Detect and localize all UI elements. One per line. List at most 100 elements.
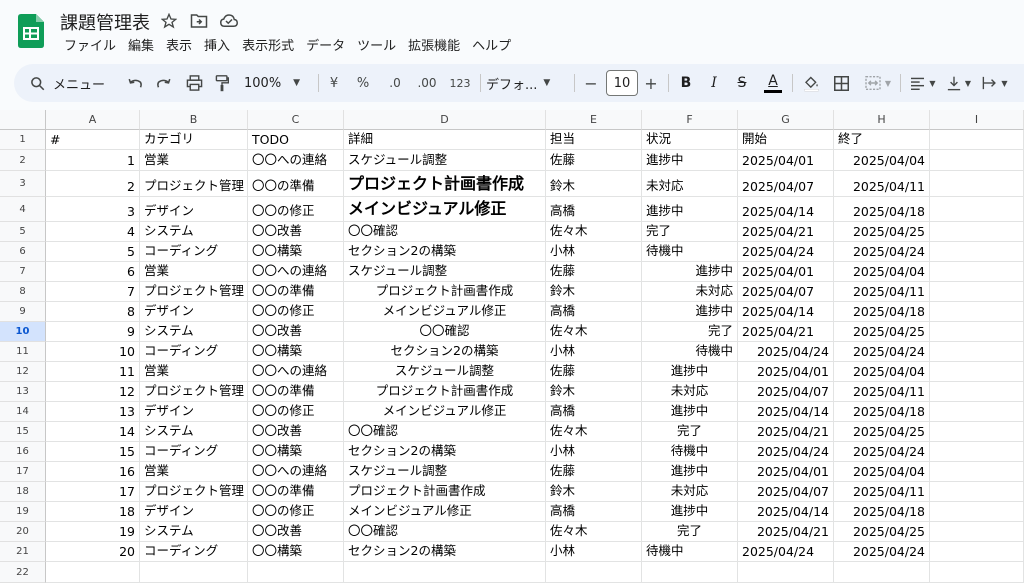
table-cell[interactable]: 2025/04/24 — [738, 442, 834, 462]
table-cell[interactable]: 2025/04/14 — [738, 502, 834, 522]
row-header[interactable]: 8 — [0, 282, 46, 302]
table-cell[interactable]: 〇〇確認 — [344, 422, 546, 442]
vertical-align-icon[interactable]: ▼ — [942, 64, 976, 102]
table-cell[interactable] — [930, 522, 1024, 542]
row-header[interactable]: 12 — [0, 362, 46, 382]
table-cell[interactable]: 2025/04/21 — [738, 522, 834, 542]
table-cell[interactable]: プロジェクト管理 — [140, 382, 248, 402]
table-cell[interactable]: 小林 — [546, 242, 642, 262]
row-header[interactable]: 17 — [0, 462, 46, 482]
table-cell[interactable] — [546, 562, 642, 583]
table-cell[interactable]: 2025/04/14 — [738, 197, 834, 222]
table-cell[interactable]: 6 — [46, 262, 140, 282]
row-header[interactable]: 20 — [0, 522, 46, 542]
row-header[interactable]: 15 — [0, 422, 46, 442]
table-cell[interactable] — [140, 562, 248, 583]
table-cell[interactable]: 4 — [46, 222, 140, 242]
table-cell[interactable]: 2025/04/04 — [834, 362, 930, 382]
table-cell[interactable]: システム — [140, 422, 248, 442]
table-cell[interactable]: 2025/04/18 — [834, 402, 930, 422]
table-cell[interactable]: 2025/04/01 — [738, 150, 834, 171]
row-header[interactable]: 9 — [0, 302, 46, 322]
table-cell[interactable]: 〇〇構築 — [248, 242, 344, 262]
table-cell[interactable]: 営業 — [140, 462, 248, 482]
table-cell[interactable]: セクション2の構築 — [344, 542, 546, 562]
row-header[interactable]: 14 — [0, 402, 46, 422]
table-cell[interactable] — [930, 150, 1024, 171]
table-cell[interactable]: セクション2の構築 — [344, 242, 546, 262]
table-cell[interactable]: 完了 — [642, 422, 738, 442]
table-cell[interactable]: 高橋 — [546, 502, 642, 522]
table-cell[interactable]: 佐藤 — [546, 362, 642, 382]
table-cell[interactable]: 2025/04/01 — [738, 462, 834, 482]
table-cell[interactable] — [930, 422, 1024, 442]
table-cell[interactable]: 高橋 — [546, 302, 642, 322]
table-cell[interactable] — [930, 442, 1024, 462]
column-header-b[interactable]: B — [140, 110, 248, 130]
table-cell[interactable] — [834, 562, 930, 583]
row-header[interactable]: 11 — [0, 342, 46, 362]
table-cell[interactable]: 18 — [46, 502, 140, 522]
table-cell[interactable]: 2025/04/25 — [834, 522, 930, 542]
table-cell[interactable] — [930, 302, 1024, 322]
table-cell[interactable]: 佐々木 — [546, 422, 642, 442]
table-cell[interactable]: 〇〇の準備 — [248, 482, 344, 502]
percent-format-button[interactable]: % — [352, 64, 374, 102]
horizontal-align-icon[interactable]: ▼ — [906, 64, 940, 102]
table-cell[interactable]: コーディング — [140, 242, 248, 262]
table-cell[interactable]: 小林 — [546, 342, 642, 362]
table-cell[interactable]: 進捗中 — [642, 502, 738, 522]
table-cell[interactable]: 17 — [46, 482, 140, 502]
decrease-font-size-button[interactable]: − — [580, 64, 602, 102]
table-cell[interactable]: 進捗中 — [642, 362, 738, 382]
table-cell[interactable]: 2025/04/25 — [834, 422, 930, 442]
document-title[interactable]: 課題管理表 — [60, 9, 150, 35]
row-header[interactable]: 2 — [0, 150, 46, 171]
table-cell[interactable]: 2025/04/11 — [834, 382, 930, 402]
table-cell[interactable]: 2025/04/18 — [834, 197, 930, 222]
table-cell[interactable] — [930, 222, 1024, 242]
table-cell[interactable] — [738, 562, 834, 583]
table-cell[interactable]: 営業 — [140, 150, 248, 171]
table-cell[interactable]: 鈴木 — [546, 382, 642, 402]
table-cell[interactable]: 小林 — [546, 542, 642, 562]
table-cell[interactable]: 〇〇改善 — [248, 222, 344, 242]
table-cell[interactable]: 13 — [46, 402, 140, 422]
row-header[interactable]: 3 — [0, 171, 46, 197]
table-cell[interactable]: メインビジュアル修正 — [344, 402, 546, 422]
table-cell[interactable] — [930, 402, 1024, 422]
table-cell[interactable]: デザイン — [140, 402, 248, 422]
table-cell[interactable]: 進捗中 — [642, 402, 738, 422]
table-cell[interactable]: 16 — [46, 462, 140, 482]
table-cell[interactable]: 未対応 — [642, 171, 738, 197]
table-cell[interactable]: 進捗中 — [642, 197, 738, 222]
table-cell[interactable]: メインビジュアル修正 — [344, 502, 546, 522]
table-cell[interactable]: 2025/04/07 — [738, 171, 834, 197]
table-cell[interactable]: 〇〇構築 — [248, 442, 344, 462]
row-header[interactable]: 5 — [0, 222, 46, 242]
paint-format-icon[interactable] — [210, 64, 234, 102]
select-all-corner[interactable] — [0, 110, 46, 130]
row-header[interactable]: 10 — [0, 322, 46, 342]
table-cell[interactable]: 〇〇の準備 — [248, 282, 344, 302]
table-cell[interactable]: 〇〇構築 — [248, 542, 344, 562]
table-cell[interactable]: セクション2の構築 — [344, 342, 546, 362]
header-cell[interactable]: TODO — [248, 130, 344, 150]
table-cell[interactable]: 2025/04/07 — [738, 382, 834, 402]
table-cell[interactable]: 完了 — [642, 522, 738, 542]
table-cell[interactable]: 2025/04/18 — [834, 302, 930, 322]
table-cell[interactable]: 2025/04/01 — [738, 362, 834, 382]
table-cell[interactable] — [930, 342, 1024, 362]
row-header[interactable]: 19 — [0, 502, 46, 522]
table-cell[interactable]: 2025/04/07 — [738, 482, 834, 502]
table-cell[interactable]: 〇〇改善 — [248, 322, 344, 342]
table-cell[interactable]: プロジェクト計画書作成 — [344, 171, 546, 197]
table-cell[interactable]: 鈴木 — [546, 171, 642, 197]
table-cell[interactable]: 2025/04/24 — [834, 442, 930, 462]
menu-file[interactable]: ファイル — [58, 37, 122, 57]
table-cell[interactable]: 2025/04/14 — [738, 402, 834, 422]
table-cell[interactable]: プロジェクト計画書作成 — [344, 482, 546, 502]
table-cell[interactable] — [930, 322, 1024, 342]
table-cell[interactable]: スケジュール調整 — [344, 262, 546, 282]
table-cell[interactable]: スケジュール調整 — [344, 362, 546, 382]
